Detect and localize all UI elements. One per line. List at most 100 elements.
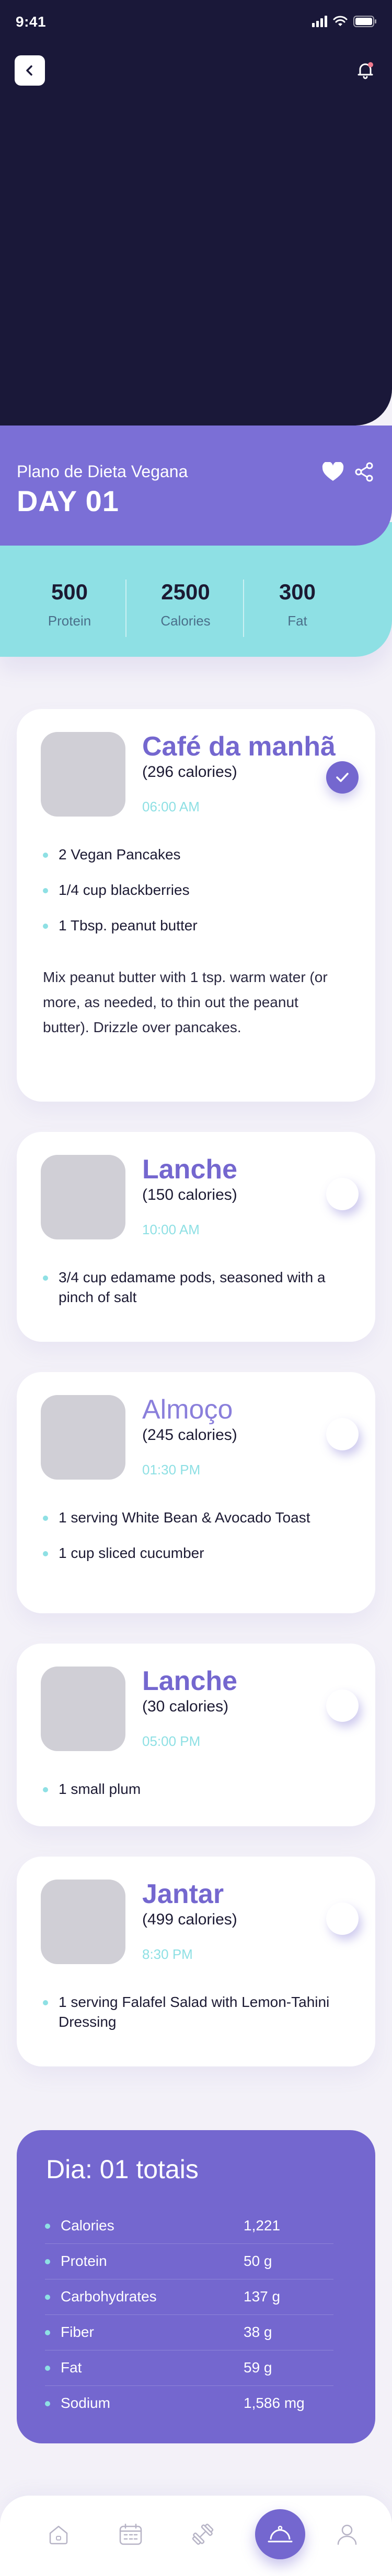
meal-calories: (245 calories): [142, 1426, 237, 1444]
favorite-button[interactable]: [320, 459, 346, 485]
signal-icon: [312, 16, 327, 27]
meal-card-lunch[interactable]: Almoço (245 calories) 01:30 PM 1 serving…: [17, 1372, 375, 1613]
totals-label: Calories: [61, 2217, 114, 2234]
totals-row: Calories 1,221: [45, 2208, 333, 2244]
list-item: 1 cup sliced cucumber: [43, 1543, 344, 1563]
meal-card-afternoon-snack[interactable]: Lanche (30 calories) 05:00 PM 1 small pl…: [17, 1644, 375, 1826]
totals-value: 38 g: [244, 2324, 272, 2340]
meal-card-morning-snack[interactable]: Lanche (150 calories) 10:00 AM 3/4 cup e…: [17, 1132, 375, 1342]
meal-time: 10:00 AM: [142, 1222, 200, 1237]
stat-fat: 300 Fat: [253, 580, 342, 629]
stat-label: Fat: [287, 613, 307, 629]
list-item: 1 small plum: [43, 1779, 344, 1799]
meal-items: 1 serving Falafel Salad with Lemon-Tahin…: [43, 1992, 344, 2048]
meal-image: [41, 1155, 125, 1239]
totals-label: Protein: [61, 2253, 107, 2269]
meal-done-toggle[interactable]: [326, 761, 359, 794]
totals-value: 1,586 mg: [244, 2395, 305, 2411]
meal-name: Almoço: [142, 1395, 233, 1425]
meal-items: 2 Vegan Pancakes 1/4 cup blackberries 1 …: [43, 845, 344, 951]
meal-image: [41, 1667, 125, 1751]
totals-label: Fiber: [61, 2324, 94, 2340]
stat-value: 500: [51, 580, 88, 604]
totals-label: Carbohydrates: [61, 2288, 157, 2305]
notification-button[interactable]: [353, 58, 377, 82]
stat-value: 2500: [161, 580, 210, 604]
profile-icon: [337, 2524, 357, 2545]
bell-icon: [358, 62, 373, 79]
meal-time: 05:00 PM: [142, 1733, 201, 1749]
meal-time: 01:30 PM: [142, 1462, 201, 1478]
meal-done-toggle[interactable]: [326, 1178, 359, 1210]
stat-divider: [243, 580, 244, 637]
chevron-left-icon: [26, 65, 32, 76]
meal-calories: (296 calories): [142, 763, 237, 781]
stat-label: Calories: [160, 613, 211, 629]
list-item: 3/4 cup edamame pods, seasoned with a pi…: [43, 1268, 344, 1307]
meal-name: Lanche: [142, 1666, 238, 1696]
list-item: 1 serving Falafel Salad with Lemon-Tahin…: [43, 1992, 344, 2032]
stat-label: Protein: [48, 613, 91, 629]
dumbbell-icon: [192, 2523, 214, 2545]
home-icon: [49, 2525, 68, 2545]
list-item: 1 serving White Bean & Avocado Toast: [43, 1508, 344, 1528]
heart-icon: [322, 462, 344, 481]
meal-note: Mix peanut butter with 1 tsp. warm water…: [43, 969, 328, 1035]
totals-row: Sodium 1,586 mg: [45, 2386, 333, 2421]
bottom-tab-bar: [0, 2496, 392, 2576]
stat-value: 300: [279, 580, 316, 604]
hero-header: 9:41: [0, 0, 392, 426]
totals-list: Calories 1,221 Protein 50 g Carbohydrates 1…: [45, 2208, 333, 2421]
totals-row: Fat 59 g: [45, 2350, 333, 2386]
meal-done-toggle[interactable]: [326, 1903, 359, 1935]
meal-card-dinner[interactable]: Jantar (499 calories) 8:30 PM 1 serving …: [17, 1857, 375, 2066]
meal-items: 1 small plum: [43, 1779, 344, 1815]
meal-image: [41, 1880, 125, 1964]
stat-divider: [125, 580, 126, 637]
stat-calories: 2500 Calories: [141, 580, 230, 629]
list-item: 1 Tbsp. peanut butter: [43, 916, 344, 936]
meal-calories: (150 calories): [142, 1186, 237, 1203]
check-icon: [336, 773, 349, 782]
totals-row: Carbohydrates 137 g: [45, 2279, 333, 2315]
stat-protein: 500 Protein: [25, 580, 114, 629]
calendar-icon: [119, 2523, 142, 2545]
status-bar: 9:41: [0, 0, 392, 46]
battery-icon: [353, 16, 377, 27]
plan-subtitle: Plano de Dieta Vegana: [17, 462, 188, 481]
status-time: 9:41: [16, 14, 47, 30]
share-icon: [355, 462, 373, 482]
list-item: 1/4 cup blackberries: [43, 880, 344, 900]
meal-time: 8:30 PM: [142, 1946, 193, 1962]
totals-label: Fat: [61, 2359, 82, 2376]
meal-calories: (499 calories): [142, 1911, 237, 1928]
meal-card-breakfast[interactable]: Café da manhã (296 calories) 06:00 AM 2 …: [17, 709, 375, 1102]
totals-value: 59 g: [244, 2359, 272, 2376]
meal-name: Café da manhã: [142, 731, 336, 762]
meal-name: Lanche: [142, 1154, 238, 1185]
plan-day-title: DAY 01: [17, 485, 119, 517]
totals-row: Fiber 38 g: [45, 2315, 333, 2350]
tab-home[interactable]: [43, 2519, 74, 2550]
share-button[interactable]: [351, 459, 377, 485]
status-icons: [312, 16, 377, 27]
plan-header: Plano de Dieta Vegana DAY 01: [0, 426, 392, 546]
tab-meals[interactable]: [255, 2509, 305, 2559]
tab-profile[interactable]: [331, 2519, 363, 2550]
meal-items: 3/4 cup edamame pods, seasoned with a pi…: [43, 1268, 344, 1323]
meal-done-toggle[interactable]: [326, 1418, 359, 1450]
meal-items: 1 serving White Bean & Avocado Toast 1 c…: [43, 1508, 344, 1579]
meal-calories: (30 calories): [142, 1698, 229, 1715]
totals-row: Protein 50 g: [45, 2244, 333, 2279]
list-item: 2 Vegan Pancakes: [43, 845, 344, 865]
meal-done-toggle[interactable]: [326, 1689, 359, 1722]
tab-workout[interactable]: [187, 2519, 218, 2550]
tab-calendar[interactable]: [115, 2519, 146, 2550]
meal-image: [41, 1395, 125, 1480]
totals-title: Dia: 01 totais: [46, 2155, 199, 2184]
totals-value: 1,221: [244, 2217, 281, 2234]
totals-value: 50 g: [244, 2253, 272, 2269]
back-button[interactable]: [15, 55, 45, 86]
totals-label: Sodium: [61, 2395, 110, 2411]
daily-totals-card: Dia: 01 totais Calories 1,221 Protein 50 g…: [17, 2130, 375, 2443]
